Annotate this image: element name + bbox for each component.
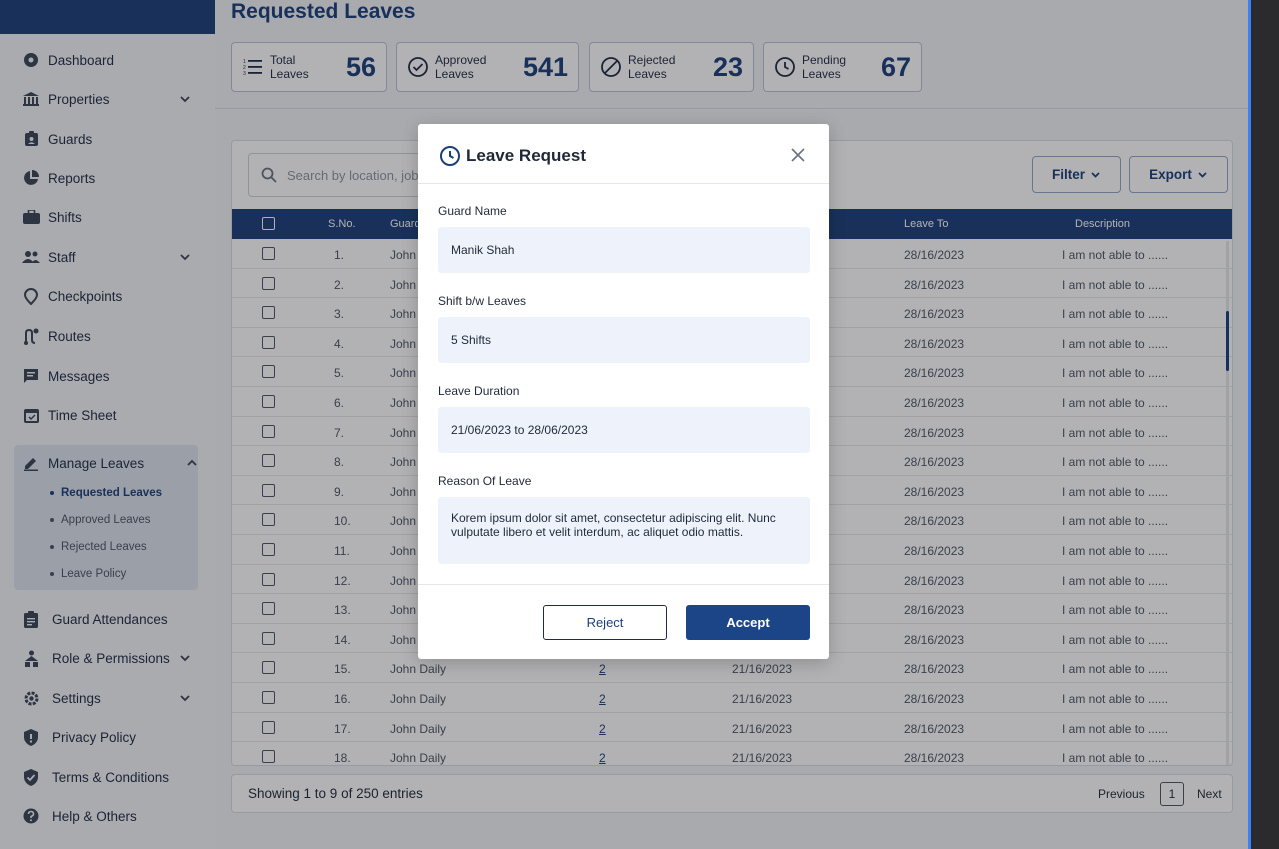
modal-title: Leave Request xyxy=(466,146,586,165)
modal-header: Leave Request xyxy=(418,124,829,184)
app-window: Dashboard Properties Guards Reports Shif… xyxy=(0,0,1250,849)
shift-label: Shift b/w Leaves xyxy=(438,294,527,308)
shift-field[interactable]: 5 Shifts xyxy=(438,317,810,363)
close-icon[interactable] xyxy=(791,148,805,162)
clock-icon xyxy=(440,146,460,166)
reason-label: Reason Of Leave xyxy=(438,474,532,488)
duration-label: Leave Duration xyxy=(438,384,520,398)
modal-footer-divider xyxy=(418,584,829,585)
leave-request-modal: Leave Request Guard Name Manik Shah Shif… xyxy=(418,124,829,659)
accept-button[interactable]: Accept xyxy=(686,605,810,640)
guard-name-label: Guard Name xyxy=(438,204,507,218)
reject-button[interactable]: Reject xyxy=(543,605,667,640)
reason-field[interactable]: Korem ipsum dolor sit amet, consectetur … xyxy=(438,497,810,564)
duration-field[interactable]: 21/06/2023 to 28/06/2023 xyxy=(438,407,810,453)
desktop-strip xyxy=(1251,0,1279,849)
guard-name-field[interactable]: Manik Shah xyxy=(438,227,810,273)
